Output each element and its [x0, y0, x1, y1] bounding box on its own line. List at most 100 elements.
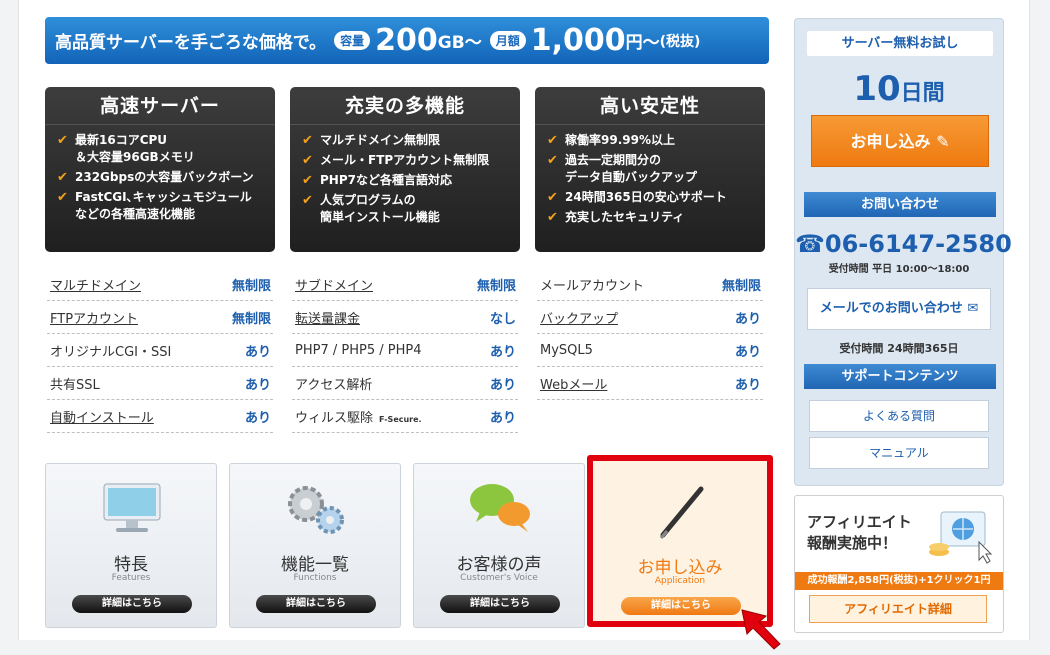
spec-value: 無制限 [476, 278, 516, 294]
spec-row: アクセス解析 あり [292, 367, 518, 400]
card-title: 機能一覧 [281, 555, 349, 575]
check-icon: ✔ [547, 133, 558, 148]
check-icon: ✔ [57, 190, 68, 205]
spec-row: 自動インストール あり [47, 400, 273, 433]
feature-item: ✔ 最新16コアCPU ＆大容量96GBメモリ [57, 133, 195, 164]
card-subtitle: Features [111, 573, 151, 583]
details-button[interactable]: 詳細はこちら [440, 595, 560, 613]
tax-note: (税抜) [659, 33, 701, 50]
price-value: 1,000 [530, 23, 626, 58]
spec-value: あり [734, 377, 761, 393]
spec-label: PHP7 / PHP5 / PHP4 [295, 342, 422, 358]
feature-title: 高い安定性 [535, 87, 765, 125]
affiliate-details-button[interactable]: アフィリエイト詳細 [809, 595, 987, 623]
card-application[interactable]: お申し込み Application 詳細はこちら [587, 455, 773, 627]
manual-link[interactable]: マニュアル [809, 437, 989, 469]
details-button[interactable]: 詳細はこちら [256, 595, 376, 613]
pen-icon [593, 483, 767, 543]
card-functions[interactable]: 機能一覧 Functions 詳細はこちら [229, 463, 401, 628]
spec-label: 共有SSL [50, 377, 100, 393]
spec-column-1: マルチドメイン 無制限 FTPアカウント 無制限 オリジナルCGI・SSI あり 共有… [47, 268, 273, 433]
sidebar-panel: サーバー無料お試し 10日間 お申し込み ✎ お問い合わせ ☎06-6147-2… [794, 18, 1012, 486]
mail-contact-button[interactable]: メールでのお問い合わせ ✉ [807, 288, 991, 330]
spec-row: メールアカウント 無制限 [537, 268, 763, 301]
spec-link[interactable]: FTPアカウント [50, 308, 138, 327]
feature-item: ✔ 24時間365日の安心サポート [547, 190, 727, 205]
promo-banner[interactable]: 高品質サーバーを手ごろな価格で。 容量 200 GB〜 月額 1,000 円〜 … [45, 17, 769, 64]
spec-row: PHP7 / PHP5 / PHP4 あり [292, 334, 518, 367]
price-unit: 円〜 [625, 33, 660, 53]
spec-label: メールアカウント [540, 278, 645, 294]
faq-link[interactable]: よくある質問 [809, 400, 989, 432]
spec-label: アクセス解析 [295, 377, 373, 393]
monitor-icon [46, 478, 216, 538]
spec-link[interactable]: サブドメイン [295, 275, 373, 294]
card-subtitle: Application [654, 576, 706, 586]
phone-hours: 受付時間 平日 10:00〜18:00 [828, 264, 970, 275]
spec-value: あり [489, 410, 516, 426]
feature-item: ✔ 232Gbpsの大容量バックボーン [57, 170, 254, 185]
spec-value: あり [244, 344, 271, 360]
capacity-value: 200 [375, 23, 438, 58]
phone-icon: ☎ [795, 230, 825, 258]
spec-row: ウィルス駆除 F-Secure. あり [292, 400, 518, 433]
capacity-tag: 容量 [334, 31, 371, 50]
speech-bubbles-icon [414, 478, 584, 538]
feature-item: ✔ 人気プログラムの 簡単インストール機能 [302, 193, 440, 224]
spec-link[interactable]: 転送量課金 [295, 308, 360, 327]
card-subtitle: Functions [293, 573, 337, 583]
apply-button[interactable]: お申し込み ✎ [811, 115, 989, 167]
spec-value: あり [489, 377, 516, 393]
contact-header: お問い合わせ [804, 192, 996, 217]
feature-box-stability: 高い安定性 ✔ 稼働率99.99%以上 ✔ 過去一定期間分の データ自動バックアップ… [535, 87, 765, 252]
spec-value: あり [734, 311, 761, 327]
spec-row: オリジナルCGI・SSI あり [47, 334, 273, 367]
check-icon: ✔ [57, 133, 68, 148]
details-button[interactable]: 詳細はこちら [72, 595, 192, 613]
spec-value: 無制限 [231, 311, 271, 327]
affiliate-title: アフィリエイト 報酬実施中！ [807, 513, 912, 552]
spec-link[interactable]: バックアップ [540, 308, 618, 327]
feature-box-functions: 充実の多機能 ✔ マルチドメイン無制限 ✔ メール・FTPアカウント無制限 ✔ PHP… [290, 87, 520, 252]
check-icon: ✔ [302, 173, 313, 188]
price-tag: 月額 [489, 31, 526, 50]
check-icon: ✔ [547, 190, 558, 205]
spec-row: マルチドメイン 無制限 [47, 268, 273, 301]
feature-item: ✔ マルチドメイン無制限 [302, 133, 441, 148]
affiliate-globe-icon [927, 506, 997, 564]
feature-item: ✔ 稼働率99.99%以上 [547, 133, 675, 148]
capacity-unit: GB〜 [437, 33, 482, 53]
card-subtitle: Customer's Voice [460, 573, 538, 583]
check-icon: ✔ [57, 170, 68, 185]
details-button[interactable]: 詳細はこちら [621, 597, 741, 615]
spec-column-3: メールアカウント 無制限 バックアップ あり MySQL5 あり Webメール あり [537, 268, 763, 400]
check-icon: ✔ [547, 210, 558, 225]
spec-value: あり [734, 344, 761, 360]
card-title: 特長 [114, 555, 148, 575]
spec-link[interactable]: マルチドメイン [50, 275, 141, 294]
spec-value: なし [489, 311, 516, 327]
spec-label: オリジナルCGI・SSI [50, 344, 172, 360]
spec-value: あり [244, 377, 271, 393]
card-features[interactable]: 特長 Features 詳細はこちら [45, 463, 217, 628]
support-header: サポートコンテンツ [804, 364, 996, 389]
card-title: お申し込み [637, 558, 723, 578]
feature-item: ✔ メール・FTPアカウント無制限 [302, 153, 490, 168]
spec-link[interactable]: 自動インストール [50, 407, 154, 426]
pointer-arrow-icon [738, 606, 783, 651]
phone-number[interactable]: ☎06-6147-2580 [795, 230, 1012, 258]
spec-row: バックアップ あり [537, 301, 763, 334]
card-voice[interactable]: お客様の声 Customer's Voice 詳細はこちら [413, 463, 585, 628]
feature-title: 高速サーバー [45, 87, 275, 125]
spec-label: ウィルス駆除 F-Secure. [295, 410, 422, 426]
spec-row: FTPアカウント 無制限 [47, 301, 273, 334]
pencil-icon: ✎ [936, 132, 950, 151]
spec-value: あり [244, 410, 271, 426]
spec-row: サブドメイン 無制限 [292, 268, 518, 301]
affiliate-panel[interactable]: アフィリエイト 報酬実施中！ 成功報酬2,858円(税抜)+1クリック1円 アフィ… [794, 495, 1004, 633]
feature-box-speed: 高速サーバー ✔ 最新16コアCPU ＆大容量96GBメモリ ✔ 232Gbpsの大… [45, 87, 275, 252]
check-icon: ✔ [547, 153, 558, 168]
spec-row: 転送量課金 なし [292, 301, 518, 334]
spec-label: MySQL5 [540, 342, 593, 358]
spec-link[interactable]: Webメール [540, 374, 607, 393]
